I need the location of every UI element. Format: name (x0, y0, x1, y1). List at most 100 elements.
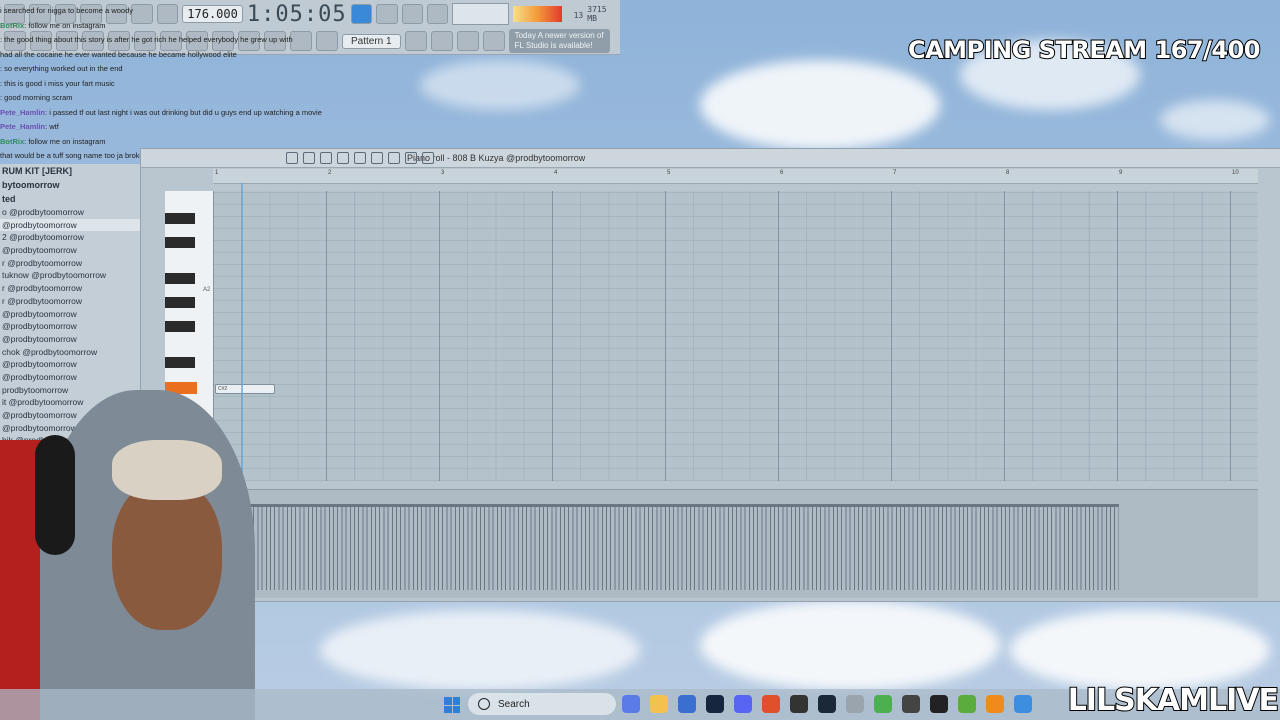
colorful-icon[interactable] (874, 695, 892, 713)
note-grid[interactable] (213, 191, 1258, 481)
tool-icon[interactable] (354, 152, 366, 164)
chat-overlay: i searched for nigga to become a woody Bo… (0, 4, 600, 164)
search-icon (478, 698, 490, 710)
hood-print (112, 440, 222, 500)
key-label: A2 (203, 287, 211, 293)
bar-number: 1 (215, 170, 219, 176)
bar-number: 9 (1119, 170, 1123, 176)
bar-number: 6 (780, 170, 784, 176)
bar-number: 10 (1232, 170, 1239, 176)
tool-icon[interactable] (286, 152, 298, 164)
chat-message: had all the cocaine he ever wanted becau… (0, 48, 600, 63)
chat-message: BotRix: follow me on instagram (0, 135, 600, 150)
streamer-face (112, 480, 222, 630)
chat-text: had all the cocaine he ever wanted becau… (0, 49, 237, 59)
brave-icon[interactable] (762, 695, 780, 713)
stream-title: CAMPING STREAM 167/400 (907, 35, 1262, 65)
chat-message: : this is good i miss your fart music (0, 77, 600, 92)
chat-text: i searched for nigga to become a woody (0, 6, 133, 15)
obs-icon[interactable] (790, 695, 808, 713)
headphones (35, 435, 75, 555)
browser-item[interactable]: @prodbytoomorrow (0, 320, 140, 333)
4k-icon[interactable] (902, 695, 920, 713)
bar-number: 5 (667, 170, 671, 176)
browser-item[interactable]: @prodbytoomorrow (0, 244, 140, 257)
capcut-icon[interactable] (930, 695, 948, 713)
browser-item[interactable]: @prodbytoomorrow (0, 308, 140, 321)
chat-username[interactable]: BotRix (0, 21, 24, 30)
chat-username[interactable]: Pete_Hamlin (0, 108, 45, 117)
app-icon[interactable] (846, 695, 864, 713)
black-key[interactable] (165, 213, 195, 224)
chat-message: : so everything worked out in the end (0, 62, 600, 77)
browser-folder[interactable]: ted (0, 192, 140, 206)
tool-icon[interactable] (371, 152, 383, 164)
chat-message: Pete_Hamlin: wtf (0, 120, 600, 135)
chat-text: : so everything worked out in the end (0, 64, 123, 73)
velocity-bars[interactable] (249, 506, 1119, 590)
browser-item[interactable]: r @prodbytoomorrow (0, 282, 140, 295)
tool-icon[interactable] (337, 152, 349, 164)
tool-icon[interactable] (320, 152, 332, 164)
black-key[interactable] (165, 357, 195, 368)
chat-message: BotRix: follow me on instagram (0, 19, 600, 34)
browser-item[interactable]: r @prodbytoomorrow (0, 295, 140, 308)
browser-folder[interactable]: bytoomorrow (0, 178, 140, 192)
tool-icon[interactable] (405, 152, 417, 164)
photoshop-icon[interactable] (706, 695, 724, 713)
search-label: Search (498, 698, 530, 710)
chat-message: : good morning scram (0, 91, 600, 106)
chat-text: : i passed tf out last night i was out d… (45, 107, 322, 117)
chat-text: : wtf (45, 122, 59, 131)
fl-studio-icon[interactable] (986, 695, 1004, 713)
discord-icon[interactable] (734, 695, 752, 713)
browser-item[interactable]: 2 @prodbytoomorrow (0, 231, 140, 244)
browser-item[interactable]: r @prodbytoomorrow (0, 257, 140, 270)
bar-number: 8 (1006, 170, 1010, 176)
tool-icon[interactable] (303, 152, 315, 164)
chat-text: : the good thing about this story is aft… (0, 35, 293, 44)
chat-message: : the good thing about this story is aft… (0, 33, 600, 48)
folder-icon[interactable] (650, 695, 668, 713)
chat-text: : follow me on instagram (24, 20, 106, 30)
chat-message: Pete_Hamlin: i passed tf out last night … (0, 106, 600, 121)
bar-number: 7 (893, 170, 897, 176)
chat-username[interactable]: Pete_Hamlin (0, 122, 45, 131)
chat-text: : good morning scram (0, 93, 73, 102)
browser-folder[interactable]: RUM KIT [JERK] (0, 164, 140, 178)
chat-text: : this is good i miss your fart music (0, 78, 115, 88)
webcam-feed (0, 380, 300, 720)
bar-number: 2 (328, 170, 332, 176)
black-key[interactable] (165, 321, 195, 332)
velocity-panel[interactable] (213, 489, 1258, 598)
browser-item[interactable]: tuknow @prodbytoomorrow (0, 269, 140, 282)
windows-start-icon[interactable] (444, 697, 460, 713)
steam-icon[interactable] (818, 695, 836, 713)
browser-item[interactable]: chok @prodbytoomorrow (0, 346, 140, 359)
bar-number: 3 (441, 170, 445, 176)
store-icon[interactable] (678, 695, 696, 713)
black-key[interactable] (165, 273, 195, 284)
browser-item[interactable]: @prodbytoomorrow (0, 333, 140, 346)
piano-roll-tools (286, 152, 434, 164)
copilot-icon[interactable] (622, 695, 640, 713)
chat-message: i searched for nigga to become a woody (0, 4, 600, 19)
taskbar-apps (622, 695, 1032, 713)
browser-item[interactable]: o @prodbytoomorrow (0, 206, 140, 219)
tool-icon[interactable] (388, 152, 400, 164)
browser-item[interactable]: @prodbytoomorrow (0, 218, 140, 232)
channel-brand: LILSKAMLIVE (1067, 682, 1280, 719)
tool-icon[interactable] (422, 152, 434, 164)
piano-roll-window: Piano roll - 808 B Kuzya @prodbytoomorro… (140, 148, 1280, 602)
taskbar-search[interactable]: Search (468, 693, 616, 715)
browser-item[interactable]: @prodbytoomorrow (0, 358, 140, 371)
piano-roll-titlebar[interactable]: Piano roll - 808 B Kuzya @prodbytoomorro… (141, 149, 1280, 168)
utorrent-icon[interactable] (958, 695, 976, 713)
black-key[interactable] (165, 297, 195, 308)
chat-username[interactable]: BotRix (0, 137, 24, 146)
chat-text: : follow me on instagram (24, 136, 106, 146)
timeline-ruler[interactable]: 1 2 3 4 5 6 7 8 9 10 (213, 169, 1258, 184)
bar-number: 4 (554, 170, 558, 176)
paint-icon[interactable] (1014, 695, 1032, 713)
black-key[interactable] (165, 237, 195, 248)
